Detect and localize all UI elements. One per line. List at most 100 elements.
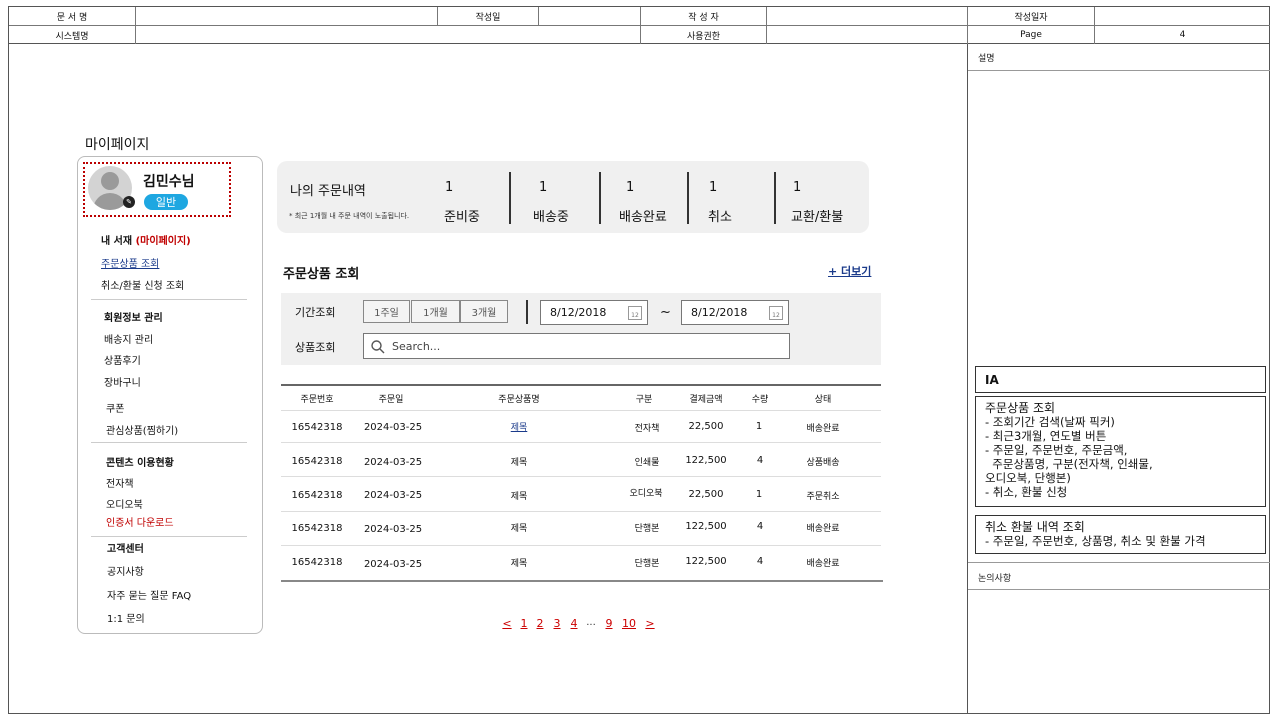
row-divider [281,476,881,477]
sidebar [77,156,263,634]
order-no: 16542318 [291,490,343,501]
page-link[interactable]: 4 [571,617,578,630]
product-name-link[interactable]: 제목 [511,521,528,534]
sidebar-item-certificate[interactable]: 인증서 다운로드 [106,514,174,529]
sidebar-item-member-info[interactable]: 회원정보 관리 [104,309,163,324]
row-divider [281,511,881,512]
product-name-link[interactable]: 제목 [511,556,528,569]
stat-divider [509,172,511,224]
order-no: 16542318 [291,456,343,467]
order-status: 상품배송 [806,458,840,468]
page-link[interactable]: 2 [537,617,544,630]
sidebar-item-inquiry[interactable]: 1:1 문의 [107,610,145,625]
page-title: 마이페이지 [85,137,150,153]
product-type: 단행본 [634,524,660,534]
profile-name: 김민수님 [143,174,195,190]
stat-label[interactable]: 배송중 [533,206,569,225]
sidebar-item-cart[interactable]: 장바구니 [104,374,141,389]
date-range-tilde: ~ [660,305,671,320]
ia-box-orders-title: 주문상품 조회 [985,401,1056,415]
sidebar-item-order-lookup[interactable]: 주문상품 조회 [101,255,159,270]
calendar-icon[interactable]: 12 [628,306,642,320]
system-label: 시스템명 [9,26,136,44]
stat-label[interactable]: 준비중 [444,206,480,225]
order-status: 배송완료 [806,424,840,434]
row-divider [281,442,881,443]
order-amount: 22,500 [688,489,724,500]
order-qty: 4 [756,455,764,466]
page-label: Page [968,26,1095,44]
order-amount: 122,500 [685,521,727,532]
calendar-icon[interactable]: 12 [769,306,783,320]
divider [968,589,1270,590]
search-input[interactable]: Search... [363,333,790,359]
page-link[interactable]: 9 [606,617,613,630]
description-label: 설명 [978,54,995,64]
sidebar-item-audiobook[interactable]: 오디오북 [106,496,143,511]
ia-box-orders: 주문상품 조회 - 조회기간 검색(날짜 픽커) - 최근3개월, 연도별 버튼… [975,396,1266,507]
order-amount: 22,500 [688,421,724,432]
sidebar-item-reviews[interactable]: 상품후기 [104,352,141,367]
product-name-link[interactable]: 제목 [511,489,528,502]
product-type: 전자책 [634,424,660,434]
ia-line: - 최근3개월, 연도별 버튼 [985,429,1107,443]
order-status: 배송완료 [806,559,840,569]
col-amount: 결제금액 [689,395,723,405]
stat-label[interactable]: 교환/환불 [791,206,843,225]
date-from-picker[interactable]: 8/12/2018 12 [540,300,648,325]
ia-line: - 조회기간 검색(날짜 픽커) [985,415,1115,429]
sidebar-item-customer-center[interactable]: 고객센터 [107,540,144,555]
page-link[interactable]: 3 [554,617,561,630]
page-next[interactable]: > [645,617,654,630]
ia-line: 주문상품명, 구분(전자책, 인쇄물, [985,457,1153,471]
more-link[interactable]: + 더보기 [828,263,871,279]
author-label: 작 성 자 [641,7,767,26]
col-order-no: 주문번호 [300,395,334,405]
ia-header-box: IA [975,366,1266,393]
col-qty: 수량 [751,395,769,405]
sidebar-item-ebook[interactable]: 전자책 [106,475,134,490]
write-date-value [1095,7,1270,26]
period-label: 기간조회 [295,306,336,319]
sidebar-item-content-usage[interactable]: 콘텐츠 이용현황 [106,454,174,469]
grade-badge: 일반 [144,194,188,210]
stat-label[interactable]: 배송완료 [619,206,667,225]
divider [968,562,1270,563]
order-date: 2024-03-25 [363,422,423,433]
divider [968,70,1270,71]
edit-pencil-icon[interactable]: ✎ [123,196,135,208]
sidebar-item-wishlist[interactable]: 관심상품(찜하기) [106,422,178,437]
sidebar-item-faq[interactable]: 자주 묻는 질문 FAQ [107,587,191,602]
period-3month-button[interactable]: 3개월 [460,300,508,323]
sidebar-item-cancel-refund[interactable]: 취소/환불 신청 조회 [101,277,184,292]
ia-line: - 주문일, 주문번호, 주문금액, [985,443,1128,457]
date-to-picker[interactable]: 8/12/2018 12 [681,300,789,325]
sidebar-divider [91,536,247,537]
sidebar-item-notice[interactable]: 공지사항 [107,563,144,578]
stat-label[interactable]: 취소 [708,206,732,225]
sidebar-item-coupon[interactable]: 쿠폰 [106,400,124,415]
date-to-value: 8/12/2018 [691,306,748,319]
col-order-date: 주문일 [378,395,404,405]
permission-label: 사용권한 [641,26,767,44]
period-1week-button[interactable]: 1주일 [363,300,410,323]
write-date-label: 작성일자 [968,7,1095,26]
order-status: 주문취소 [806,492,840,502]
order-no: 16542318 [291,557,343,568]
product-type: 오디오북 [629,489,663,499]
ia-box-cancel-title: 취소 환불 내역 조회 [985,520,1085,534]
page-link[interactable]: 1 [521,617,528,630]
stat-count: 1 [445,180,454,195]
order-date: 2024-03-25 [363,524,423,535]
order-amount: 122,500 [685,455,727,466]
sidebar-my-shelf[interactable]: 내 서재 (마이페이지) [101,232,191,247]
sidebar-item-address[interactable]: 배송지 관리 [104,331,153,346]
order-status: 배송완료 [806,524,840,534]
period-1month-button[interactable]: 1개월 [411,300,460,323]
product-name-link[interactable]: 제목 [511,455,528,468]
page-link[interactable]: 10 [622,617,636,630]
product-name-link[interactable]: 제목 [511,420,528,433]
page-prev[interactable]: < [502,617,511,630]
product-type: 인쇄물 [634,458,660,468]
doc-name-label: 문 서 명 [9,7,136,26]
